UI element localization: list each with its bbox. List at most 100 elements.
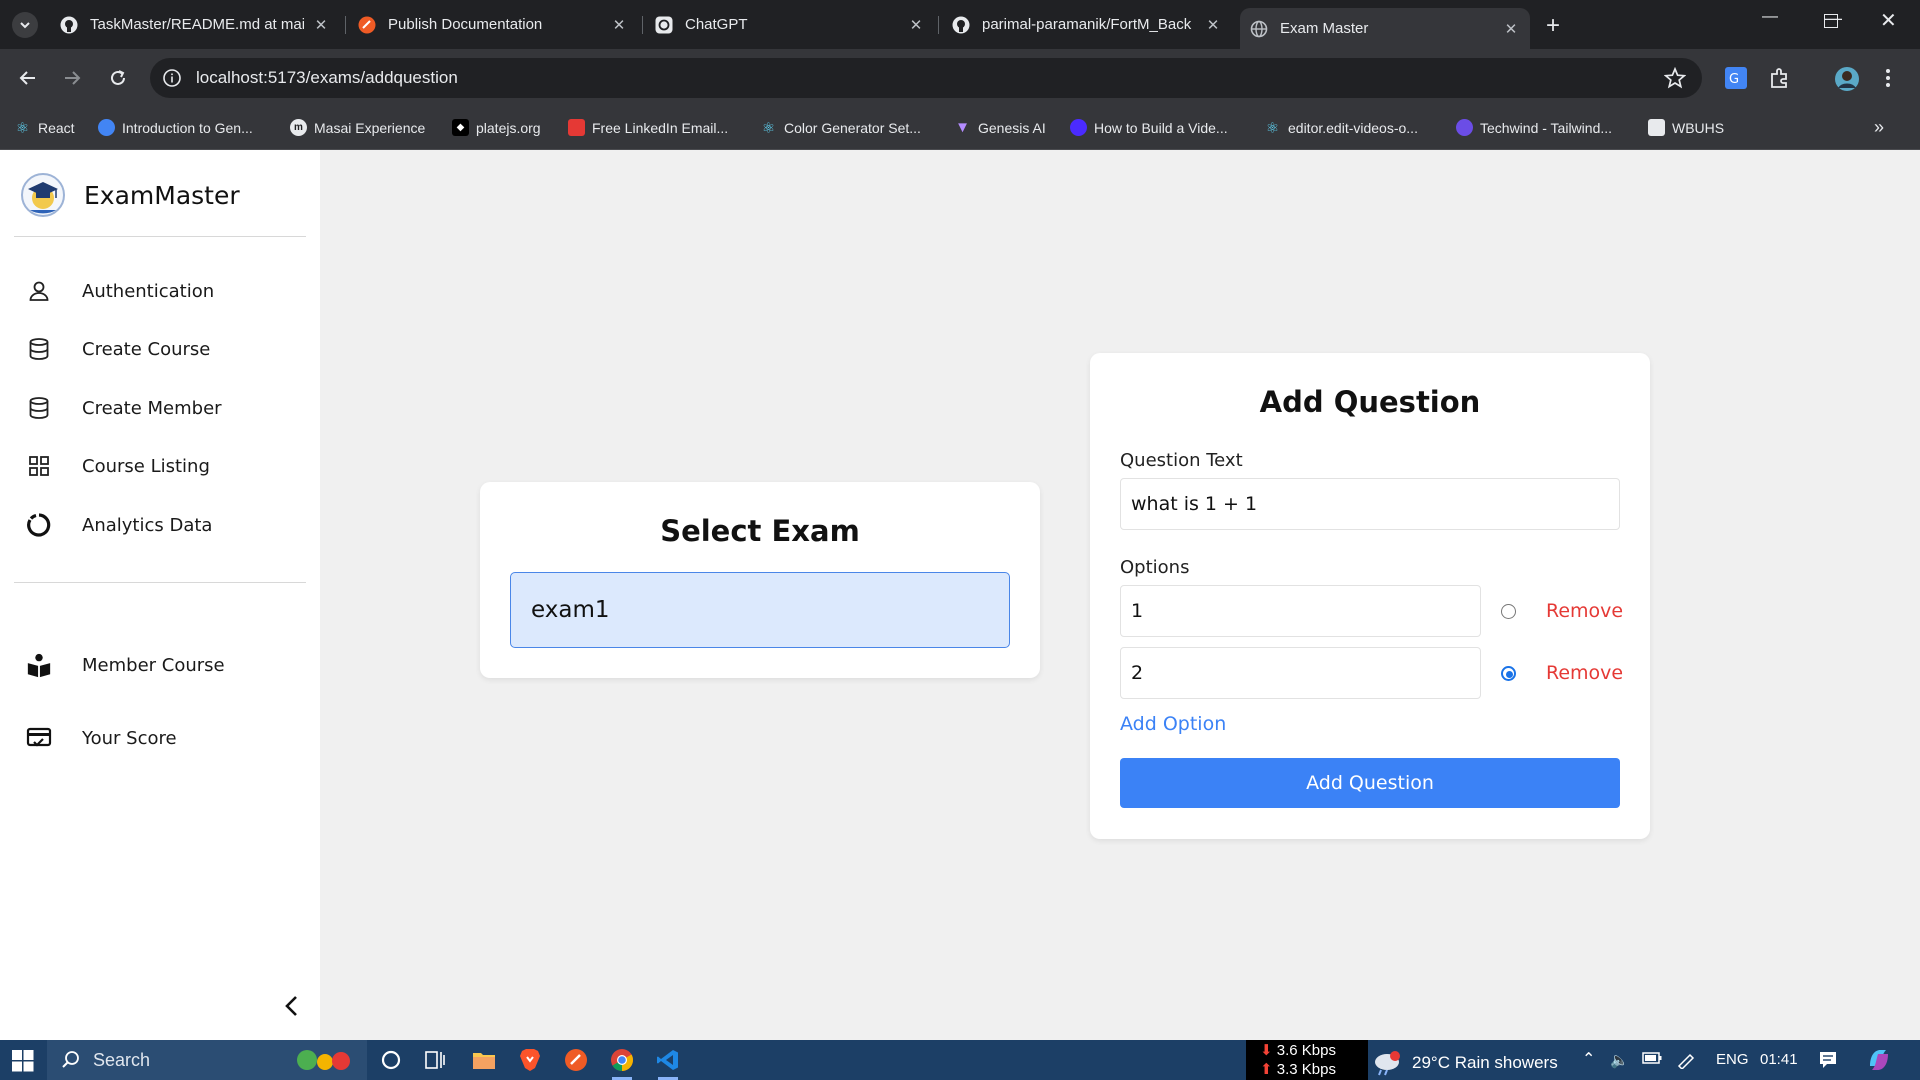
close-icon[interactable]: ✕ (1502, 20, 1520, 38)
bookmark-edit-videos[interactable]: ⚛ editor.edit-videos-o... (1264, 119, 1418, 137)
taskbar-search[interactable]: Search (47, 1040, 367, 1080)
back-button[interactable] (14, 64, 42, 92)
tab-exam-master[interactable]: Exam Master ✕ (1240, 8, 1530, 49)
brave-icon[interactable] (517, 1047, 543, 1073)
tab-search-button[interactable] (12, 12, 38, 38)
weather-widget[interactable]: 29°C Rain showers (1372, 1050, 1558, 1076)
bookmark-star-icon[interactable] (1664, 67, 1686, 89)
url-text[interactable]: localhost:5173/exams/addquestion (196, 68, 458, 88)
more-menu-icon[interactable] (1884, 66, 1910, 92)
vscode-icon[interactable] (655, 1047, 681, 1080)
reload-icon (111, 70, 125, 85)
sidebar-item-course-listing[interactable]: Course Listing (26, 453, 210, 479)
language-indicator[interactable]: ENG (1716, 1051, 1749, 1068)
option-input[interactable]: 2 (1120, 647, 1481, 699)
main-content: Select Exam exam1 Add Question Question … (320, 150, 1920, 1040)
brand[interactable]: ExamMaster (20, 172, 240, 218)
site-info-icon[interactable] (162, 68, 182, 88)
task-view-icon[interactable] (422, 1047, 448, 1073)
pen-icon[interactable] (1676, 1051, 1696, 1069)
profile-avatar[interactable] (1834, 66, 1860, 92)
sidebar-divider (14, 582, 306, 583)
bookmark-techwind[interactable]: Techwind - Tailwind... (1456, 119, 1612, 136)
correct-option-radio[interactable] (1501, 604, 1516, 619)
battery-icon[interactable] (1642, 1051, 1662, 1065)
circle-icon (1070, 119, 1087, 136)
linkedin-finder-icon (568, 119, 585, 136)
sidebar-item-your-score[interactable]: Your Score (26, 725, 177, 751)
plate-icon: ◆ (452, 119, 469, 136)
close-icon[interactable]: ✕ (1204, 16, 1222, 34)
bookmark-genesis-ai[interactable]: ▼ Genesis AI (954, 119, 1046, 136)
pie-icon (26, 512, 52, 538)
forward-button[interactable] (58, 64, 86, 92)
question-text-input[interactable]: what is 1 + 1 (1120, 478, 1620, 530)
rain-cloud-icon (1372, 1050, 1402, 1076)
react-icon: ⚛ (15, 119, 30, 137)
color-icon: ⚛ (761, 119, 776, 137)
bookmark-react[interactable]: ⚛ React (14, 119, 75, 137)
restore-icon[interactable] (1824, 14, 1838, 28)
sidebar-item-analytics-data[interactable]: Analytics Data (26, 512, 212, 538)
extensions-icon[interactable] (1768, 66, 1794, 92)
close-icon[interactable]: ✕ (312, 16, 330, 34)
sidebar-item-label: Create Member (82, 397, 222, 419)
notifications-icon[interactable] (1818, 1050, 1838, 1070)
tab-publish-documentation[interactable]: Publish Documentation ✕ (348, 8, 638, 41)
chrome-icon[interactable] (609, 1047, 635, 1080)
select-exam-title: Select Exam (660, 514, 860, 548)
remove-option-button[interactable]: Remove (1546, 662, 1623, 684)
address-bar[interactable]: localhost:5173/exams/addquestion (150, 58, 1702, 98)
bookmark-wbuhs[interactable]: WBUHS (1648, 119, 1724, 136)
tab-title: Publish Documentation (388, 16, 543, 33)
reload-button[interactable] (104, 64, 132, 92)
remove-option-button[interactable]: Remove (1546, 600, 1623, 622)
browser-toolbar: localhost:5173/exams/addquestion G (0, 49, 1920, 107)
volume-icon[interactable]: 🔈 (1610, 1051, 1629, 1069)
collapse-sidebar-button[interactable] (282, 995, 302, 1017)
tab-chatgpt[interactable]: ChatGPT ✕ (645, 8, 935, 41)
grid-icon (26, 453, 52, 479)
option-input[interactable]: 1 (1120, 585, 1481, 637)
exam-select[interactable]: exam1 (510, 572, 1010, 648)
postman-icon[interactable] (563, 1047, 589, 1073)
clock[interactable]: 01:41 (1760, 1051, 1798, 1068)
sidebar-item-create-course[interactable]: Create Course (26, 336, 210, 362)
cortana-icon[interactable] (378, 1047, 404, 1073)
windows-start-button[interactable] (12, 1050, 34, 1072)
bookmark-masai[interactable]: m Masai Experience (290, 119, 425, 136)
techwind-icon (1456, 119, 1473, 136)
tab-fortm-back[interactable]: parimal-paramanik/FortM_Back ✕ (942, 8, 1232, 41)
sidebar-item-member-course[interactable]: Member Course (26, 652, 225, 678)
tab-title: ChatGPT (685, 16, 748, 33)
network-speed-widget: ⬇ 3.6 Kbps ⬆ 3.3 Kbps (1246, 1040, 1368, 1080)
minimize-icon[interactable]: — (1762, 8, 1778, 26)
close-window-icon[interactable]: ✕ (1880, 8, 1897, 33)
bookmarks-overflow-icon[interactable]: » (1874, 117, 1884, 138)
close-icon[interactable]: ✕ (610, 16, 628, 34)
brand-name: ExamMaster (84, 180, 240, 210)
reader-icon (26, 652, 52, 678)
copilot-icon[interactable] (1866, 1048, 1892, 1072)
show-hidden-icons-icon[interactable]: ⌃ (1582, 1049, 1595, 1069)
add-question-card: Add Question Question Text what is 1 + 1… (1090, 353, 1650, 839)
bookmark-platejs[interactable]: ◆ platejs.org (452, 119, 541, 136)
google-translate-icon[interactable]: G (1724, 66, 1750, 92)
add-question-button[interactable]: Add Question (1120, 758, 1620, 808)
bookmark-linkedin-email[interactable]: Free LinkedIn Email... (568, 119, 728, 136)
sidebar-item-authentication[interactable]: Authentication (26, 278, 214, 304)
add-option-link[interactable]: Add Option (1120, 713, 1226, 735)
bookmark-intro-gen[interactable]: Introduction to Gen... (98, 119, 253, 136)
sidebar-item-label: Authentication (82, 280, 215, 302)
sidebar-item-create-member[interactable]: Create Member (26, 395, 222, 421)
file-explorer-icon[interactable] (471, 1047, 497, 1073)
close-icon[interactable]: ✕ (907, 16, 925, 34)
correct-option-radio[interactable] (1501, 666, 1516, 681)
new-tab-button[interactable]: + (1540, 12, 1566, 40)
sidebar-item-label: Create Course (82, 338, 211, 360)
sidebar-item-label: Course Listing (82, 455, 210, 477)
bookmark-build-video[interactable]: How to Build a Vide... (1070, 119, 1228, 136)
google-cloud-icon (98, 119, 115, 136)
bookmark-color-generator[interactable]: ⚛ Color Generator Set... (760, 119, 921, 137)
tab-taskmaster[interactable]: TaskMaster/README.md at mai ✕ (50, 8, 340, 41)
